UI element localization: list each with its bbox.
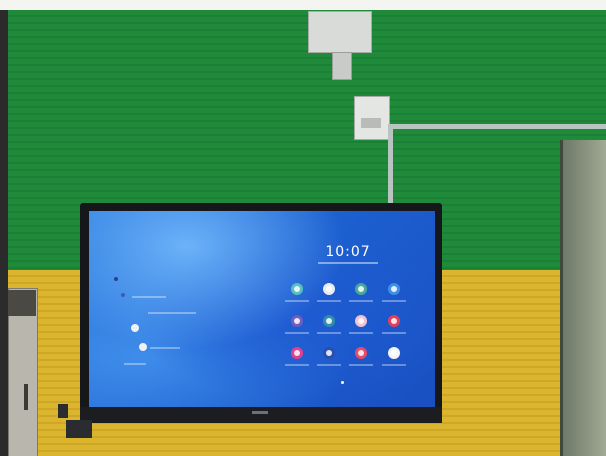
app-glyph <box>294 318 300 324</box>
left-edge <box>0 10 8 456</box>
app-glyph <box>358 350 364 356</box>
app-label-placeholder <box>317 364 341 366</box>
app-label-placeholder <box>382 364 406 366</box>
white-app-icon[interactable] <box>388 347 400 359</box>
app-label-placeholder <box>349 300 373 302</box>
purple-app-icon[interactable] <box>291 315 303 327</box>
page-indicator-dot <box>341 381 344 384</box>
shortcut-dot-2[interactable] <box>121 293 125 297</box>
home-date-line <box>318 262 378 264</box>
green-app-icon[interactable] <box>355 283 367 295</box>
app-label-placeholder <box>382 332 406 334</box>
shortcut-dot-4[interactable] <box>139 343 147 351</box>
app-glyph <box>326 286 332 292</box>
shortcut-dot-3[interactable] <box>131 324 139 332</box>
side-cabinet-top <box>8 290 36 316</box>
app-glyph <box>391 318 397 324</box>
ceiling-junction-box <box>308 11 372 53</box>
white-half-app-icon[interactable] <box>323 283 335 295</box>
app-glyph <box>294 350 300 356</box>
app-label-placeholder <box>317 332 341 334</box>
blue-app-icon[interactable] <box>388 283 400 295</box>
app-label-placeholder <box>285 364 309 366</box>
shortcut-dot-1[interactable] <box>114 277 118 281</box>
shortcut-label-4 <box>124 363 146 365</box>
shortcut-label-3 <box>150 347 180 349</box>
app-label-placeholder <box>349 332 373 334</box>
doorway <box>560 140 606 456</box>
app-label-placeholder <box>317 300 341 302</box>
navy-app-icon[interactable] <box>323 347 335 359</box>
teal-app-icon[interactable] <box>291 283 303 295</box>
ceiling-strip <box>0 0 606 10</box>
home-clock: 10:07 <box>325 244 371 260</box>
pink-light-app-icon[interactable] <box>355 315 367 327</box>
app-glyph <box>358 318 364 324</box>
cable-conduit-horizontal <box>388 124 606 129</box>
app-label-placeholder <box>285 300 309 302</box>
app-glyph <box>326 318 332 324</box>
app-label-placeholder <box>285 332 309 334</box>
shortcut-label-2 <box>148 312 196 314</box>
app-label-placeholder <box>382 300 406 302</box>
display-chin <box>80 407 442 423</box>
app-glyph <box>391 286 397 292</box>
wall-camera-lens <box>361 118 381 128</box>
magenta-app-icon[interactable] <box>291 347 303 359</box>
display-screen[interactable] <box>89 211 435 407</box>
red-app-icon[interactable] <box>388 315 400 327</box>
cable-conduit-vertical <box>388 124 393 208</box>
ceiling-mount <box>332 52 352 80</box>
shortcut-label-1 <box>132 296 166 298</box>
tv-side-button <box>58 404 68 418</box>
side-cabinet-handle <box>24 384 28 410</box>
display-foot <box>66 420 92 438</box>
app-label-placeholder <box>349 364 373 366</box>
teal-dark-app-icon[interactable] <box>323 315 335 327</box>
app-glyph <box>326 350 332 356</box>
app-glyph <box>358 286 364 292</box>
app-glyph <box>391 350 397 356</box>
red-pink-app-icon[interactable] <box>355 347 367 359</box>
app-glyph <box>294 286 300 292</box>
classroom-scene: 10:07 <box>0 0 606 456</box>
display-logo <box>252 411 268 414</box>
